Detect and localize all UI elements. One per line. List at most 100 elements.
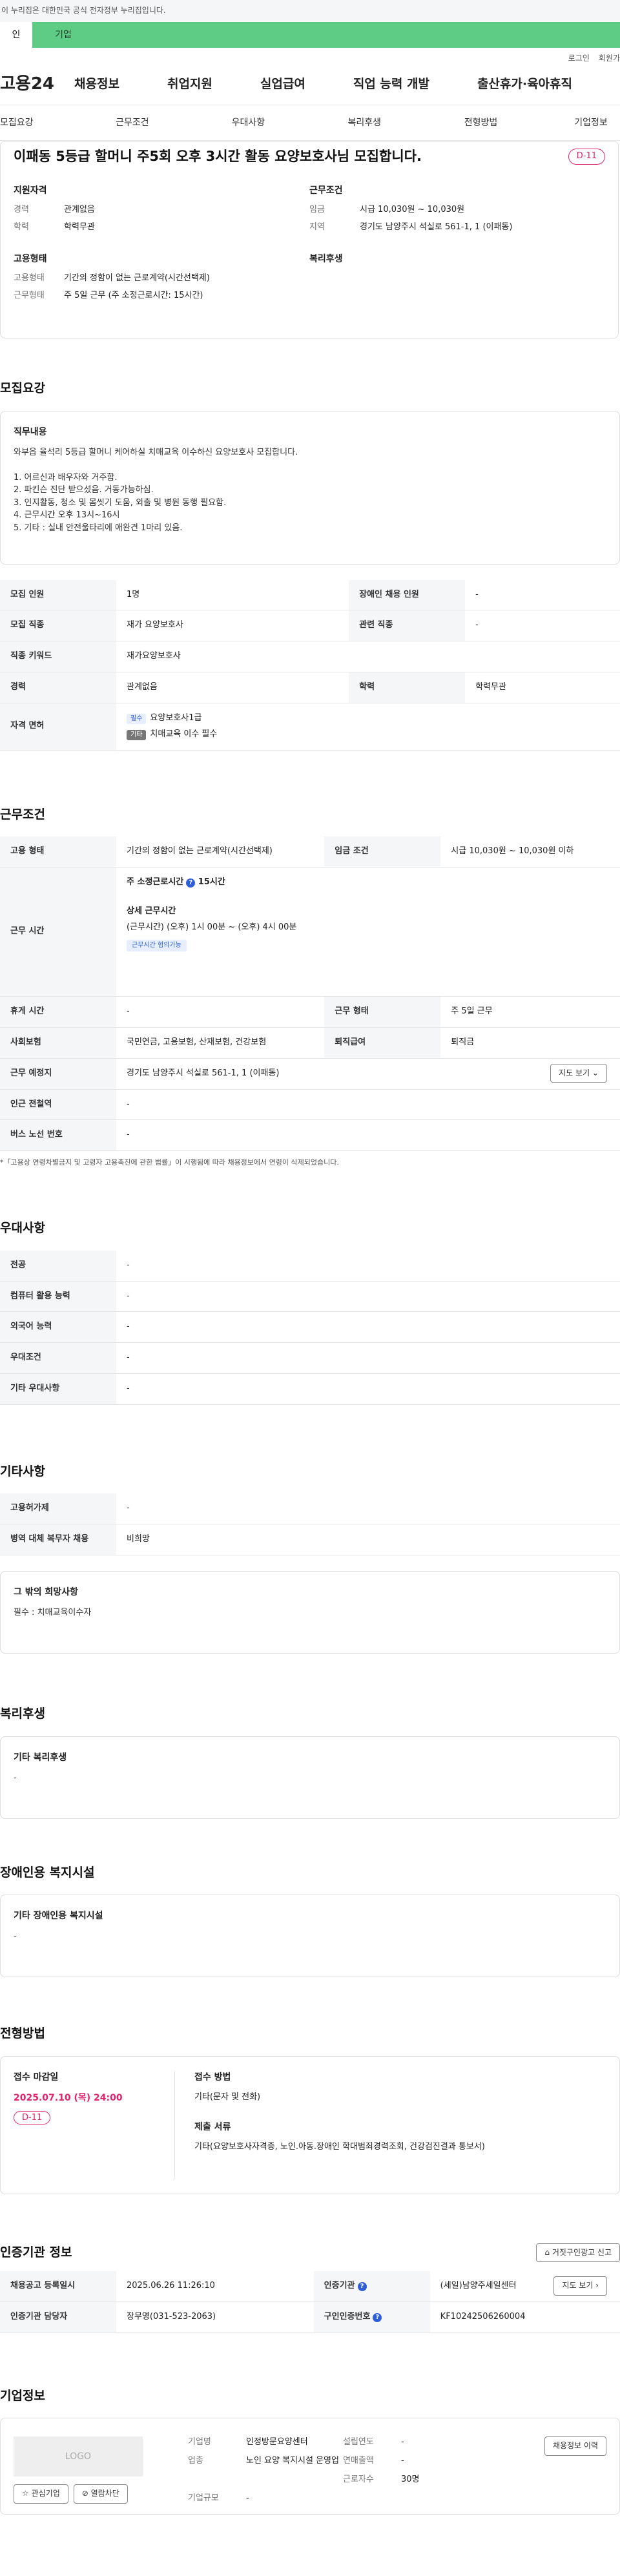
employment-heading: 고용형태 xyxy=(14,254,47,265)
conditions-heading: 근무조건 xyxy=(309,185,343,196)
disabled-facility-heading: 기타 장애인용 복지시설 xyxy=(14,1911,103,1922)
etc-table: 고용허가제 - 병역 대체 복무자 채용 비희망 xyxy=(0,1493,620,1556)
agency-help-icon[interactable]: ? xyxy=(357,2282,367,2292)
disabled-facility-text: - xyxy=(14,1931,17,1942)
license-value: 필수 요양보호사1급 기타 치매교육 이수 필수 xyxy=(116,703,620,751)
gnb-unemployment-benefit[interactable]: 실업급여 xyxy=(260,76,305,94)
gnb-employment-support[interactable]: 취업지원 xyxy=(167,76,212,94)
recruit-section: 모집요강 직무내용 와부읍 율석리 5등급 할머니 케어하실 치매교육 이수하신… xyxy=(0,380,620,751)
report-button[interactable]: ⌂ 거짓구인광고 신고 xyxy=(536,2243,620,2263)
etc-wish-text: 필수 : 치매교육이수자 xyxy=(14,1608,92,1618)
pref-cond-value: - xyxy=(116,1342,620,1375)
major-value: - xyxy=(116,1250,620,1282)
etc-title: 기타사항 xyxy=(0,1464,45,1479)
reg-date-value: 2025.06.26 11:26:10 xyxy=(116,2271,314,2303)
work-permit-value: - xyxy=(116,1493,620,1525)
disabled-count-label: 장애인 채용 인원 xyxy=(349,579,466,611)
deadline-value: 2025.07.10 (목) 24:00 xyxy=(14,2093,123,2104)
docs-value: 기타(요양보호사자격증, 노인.아동.장애인 학대범죄경력조회, 건강검진결과 … xyxy=(194,2142,485,2152)
computer-value: - xyxy=(116,1281,620,1313)
subnav-pref[interactable]: 우대사항 xyxy=(206,116,309,129)
retire-value: 퇴직금 xyxy=(440,1027,620,1059)
etc-wish-box: 그 밖의 희망사항 필수 : 치매교육이수자 xyxy=(0,1571,620,1654)
bus-value: - xyxy=(116,1119,620,1152)
login-link[interactable]: 로그인 xyxy=(568,53,590,65)
size-label: 기업규모 xyxy=(188,2493,219,2503)
rest-value: - xyxy=(116,996,325,1028)
gnb-parental-leave[interactable]: 출산휴가·육아휴직 xyxy=(477,76,572,94)
count-label: 모집 인원 xyxy=(0,579,116,611)
employees-value: 30명 xyxy=(401,2475,420,2485)
help-icon[interactable]: ? xyxy=(186,878,196,888)
signup-link[interactable]: 회원가 xyxy=(599,53,620,65)
manager-value: 장무영(031-523-2063) xyxy=(116,2301,314,2333)
worktype-value: 주 5일 근무 (주 소정근로시간: 15시간) xyxy=(64,290,203,300)
subnav-select[interactable]: 전형방법 xyxy=(413,116,517,129)
agency-text: (세일)남양주세일센터 xyxy=(440,2281,517,2291)
gnb-jobs[interactable]: 채용정보 xyxy=(74,76,119,94)
license-1: 요양보호사1급 xyxy=(150,712,202,723)
welfare-text: - xyxy=(14,1773,17,1783)
work-form-label: 근무 형태 xyxy=(324,996,441,1028)
founded-value: - xyxy=(401,2437,404,2447)
sales-label: 연매출액 xyxy=(343,2456,374,2466)
etc-wish-heading: 그 밖의 희망사항 xyxy=(14,1587,78,1598)
other-badge: 기타 xyxy=(127,729,147,741)
subnav-welfare[interactable]: 복리후생 xyxy=(309,116,413,129)
subnav-recruit[interactable]: 모집요강 xyxy=(0,116,103,129)
docs-heading: 제출 서류 xyxy=(194,2121,231,2132)
worktime-label: 근무 시간 xyxy=(0,867,116,997)
tab-individual[interactable]: 인 xyxy=(0,22,32,48)
job-history-button[interactable]: 채용정보 이력 xyxy=(544,2436,606,2456)
dday-badge: D-11 xyxy=(568,148,605,165)
career-value: 관계없음 xyxy=(64,204,95,214)
founded-label: 설립연도 xyxy=(343,2437,374,2447)
report-label: 거짓구인광고 신고 xyxy=(552,2247,612,2257)
emptype-value: 기간의 정함이 없는 근로계약(시간선택제) xyxy=(64,273,210,283)
gov-banner-text: 이 누리집은 대한민국 공식 전자정부 누리집입니다. xyxy=(1,6,166,15)
cert-no-help-icon[interactable]: ? xyxy=(373,2313,382,2323)
worktime-value: 주 소정근로시간? 15시간 상세 근무시간 (근무시간) (오후) 1시 00… xyxy=(116,867,620,997)
size-value: - xyxy=(246,2493,249,2503)
career-label-2: 경력 xyxy=(0,672,116,703)
manager-label: 인증기관 담당자 xyxy=(0,2301,116,2333)
industry-value: 노인 요양 복지시설 운영업 xyxy=(246,2456,339,2466)
block-company-button[interactable]: ⊘ 열람차단 xyxy=(73,2484,128,2504)
bus-label: 버스 노선 번호 xyxy=(0,1119,116,1152)
job-value: 재가 요양보호사 xyxy=(116,610,349,642)
pref-cond-label: 우대조건 xyxy=(0,1342,116,1375)
subnav-company[interactable]: 기업정보 xyxy=(516,116,620,129)
area-value: 경기도 남양주시 석실로 561-1, 1 (이패동) xyxy=(360,222,513,232)
map-button[interactable]: 지도 보기 ⌄ xyxy=(550,1063,607,1083)
agency-label-text: 인증기관 xyxy=(324,2281,355,2291)
employees-label: 근로자수 xyxy=(343,2475,374,2485)
related-job-value: - xyxy=(465,610,620,642)
favorite-company-button[interactable]: ☆ 관심기업 xyxy=(14,2484,68,2504)
military-value: 비희망 xyxy=(116,1524,620,1556)
cert-table: 채용공고 등록일시 2025.06.26 11:26:10 인증기관? (세일)남양주… xyxy=(0,2271,620,2333)
area-label: 지역 xyxy=(309,222,325,232)
tab-company[interactable]: 기업 xyxy=(32,22,94,48)
select-title: 전형방법 xyxy=(0,2026,45,2041)
welfare-title: 복리후생 xyxy=(0,1707,45,1721)
site-logo[interactable]: 고용24 xyxy=(0,72,74,97)
keyword-value: 재가요양보호사 xyxy=(116,641,620,673)
deadline-heading: 접수 마감일 xyxy=(14,2072,59,2083)
disabled-facility-box: 기타 장애인용 복지시설 - xyxy=(0,1895,620,1978)
pref-etc-label: 기타 우대사항 xyxy=(0,1373,116,1405)
section-nav: 모집요강 근무조건 우대사항 복리후생 전형방법 기업정보 xyxy=(0,105,620,141)
job-label: 모집 직종 xyxy=(0,610,116,642)
language-value: - xyxy=(116,1311,620,1344)
insurance-value: 국민연금, 고용보험, 산재보험, 건강보험 xyxy=(116,1027,325,1059)
welfare-box: 기타 복리후생 - xyxy=(0,1736,620,1819)
agency-map-button[interactable]: 지도 보기 › xyxy=(553,2276,607,2296)
work-section: 근무조건 고용 형태 기간의 정함이 없는 근로계약(시간선택제) 임금 조건 시급 … xyxy=(0,806,620,1169)
career-value-2: 관계없음 xyxy=(116,672,349,703)
qualification-heading: 지원자격 xyxy=(14,185,47,196)
subnav-work[interactable]: 근무조건 xyxy=(103,116,206,129)
reg-date-label: 채용공고 등록일시 xyxy=(0,2271,116,2303)
gnb-job-training[interactable]: 직업 능력 개발 xyxy=(353,76,429,94)
agency-value: (세일)남양주세일센터 지도 보기 › xyxy=(429,2271,620,2303)
age-note: *「고용상 연령차별금지 및 고령자 고용촉진에 관한 법률」이 시행됨에 따라… xyxy=(0,1158,339,1167)
edu-label: 학력 xyxy=(14,222,29,232)
